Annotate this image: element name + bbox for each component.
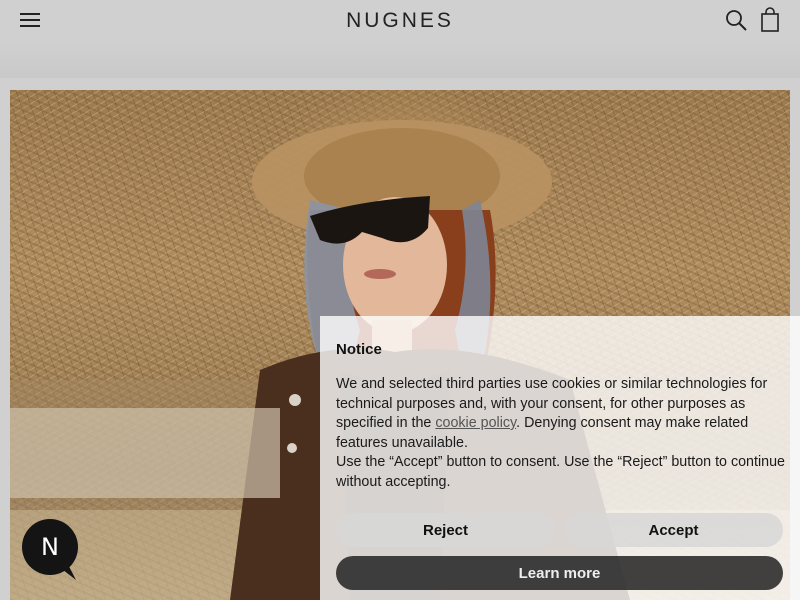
cookie-notice-text: We and selected third parties use cookie…: [336, 375, 788, 492]
header-subbar: [0, 42, 800, 78]
accept-button[interactable]: Accept: [564, 513, 783, 547]
reject-button[interactable]: Reject: [336, 513, 555, 547]
cookie-consent-banner: Notice We and selected third parties use…: [320, 316, 800, 600]
site-header: NUGNES: [0, 0, 800, 42]
cookie-text-part3: Use the “Accept” button to consent. Use …: [336, 454, 786, 490]
brand-logo[interactable]: NUGNES: [346, 9, 454, 33]
chat-badge-letter: N: [41, 533, 59, 561]
cookie-notice-title: Notice: [336, 341, 382, 358]
cookie-policy-link[interactable]: cookie policy: [435, 415, 516, 431]
chat-icon[interactable]: N: [22, 519, 78, 575]
search-icon[interactable]: [724, 8, 748, 32]
hamburger-menu-icon[interactable]: [20, 13, 40, 27]
shopping-bag-icon[interactable]: [760, 7, 780, 33]
learn-more-button[interactable]: Learn more: [336, 556, 783, 590]
